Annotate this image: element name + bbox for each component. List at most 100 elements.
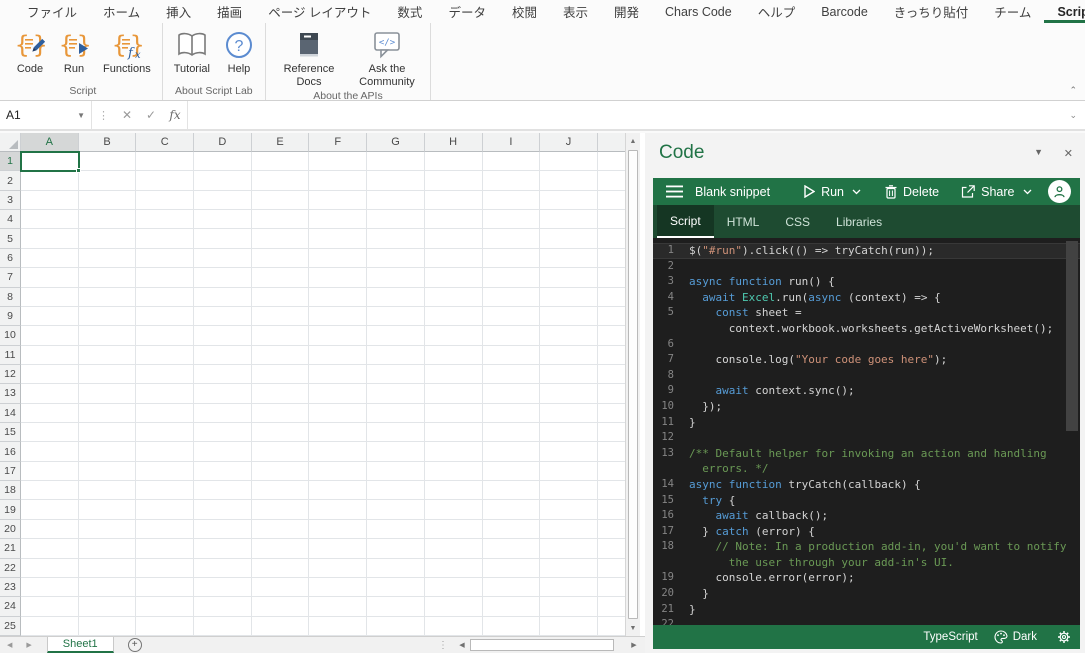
cell-b5[interactable]	[78, 229, 137, 249]
cell-g2[interactable]	[367, 171, 425, 191]
editor-tab-libraries[interactable]: Libraries	[823, 205, 895, 238]
cell-e17[interactable]	[251, 461, 310, 482]
cell-g1[interactable]	[367, 152, 425, 172]
cell-d24[interactable]	[194, 597, 252, 617]
cancel-icon[interactable]: ✕	[115, 108, 139, 122]
row-header-3[interactable]: 3	[0, 190, 21, 211]
row-header-2[interactable]: 2	[0, 171, 21, 191]
cell-f22[interactable]	[309, 558, 368, 578]
cell-j24[interactable]	[540, 597, 598, 617]
cell-g11[interactable]	[367, 345, 425, 365]
cell-b9[interactable]	[78, 306, 137, 327]
cell-partial[interactable]	[597, 442, 625, 462]
scroll-right-icon[interactable]: ▶	[626, 637, 642, 653]
row-header-22[interactable]: 22	[0, 558, 21, 578]
cell-j14[interactable]	[540, 403, 598, 424]
sheet-tab-sheet1[interactable]: Sheet1	[46, 637, 114, 653]
cell-e10[interactable]	[251, 326, 310, 346]
cell-h12[interactable]	[424, 364, 483, 385]
cell-i8[interactable]	[482, 287, 541, 307]
cell-i14[interactable]	[482, 403, 541, 424]
cell-a1[interactable]	[21, 152, 79, 172]
cell-e1[interactable]	[251, 152, 310, 172]
sheet-nav-left-icon[interactable]: ◀	[0, 637, 19, 653]
ribbon-tab-script-lab[interactable]: Script Lab	[1044, 0, 1085, 23]
cell-c5[interactable]	[136, 229, 195, 249]
row-header-21[interactable]: 21	[0, 539, 21, 559]
name-box-dropdown-icon[interactable]: ▼	[77, 111, 85, 120]
cell-g9[interactable]	[367, 306, 425, 327]
cell-i3[interactable]	[482, 190, 541, 211]
cell-b20[interactable]	[78, 519, 137, 540]
cell-partial[interactable]	[597, 171, 625, 191]
insert-function-icon[interactable]: fx	[163, 108, 187, 122]
ribbon-tab-draw[interactable]: 描画	[204, 0, 255, 23]
column-header-c[interactable]: C	[136, 133, 195, 152]
cell-h5[interactable]	[424, 229, 483, 249]
cell-h14[interactable]	[424, 403, 483, 424]
cell-e4[interactable]	[251, 210, 310, 230]
cell-d11[interactable]	[194, 345, 252, 365]
cell-d21[interactable]	[194, 539, 252, 559]
cell-a10[interactable]	[21, 326, 79, 346]
cell-j20[interactable]	[540, 519, 598, 540]
row-header-7[interactable]: 7	[0, 268, 21, 288]
select-all-corner[interactable]	[0, 133, 21, 152]
cell-h19[interactable]	[424, 500, 483, 520]
row-header-5[interactable]: 5	[0, 229, 21, 249]
ribbon-button-ask-community[interactable]: </> Ask the Community	[348, 26, 426, 90]
cell-partial[interactable]	[597, 462, 625, 482]
cell-i7[interactable]	[482, 268, 541, 288]
cell-f1[interactable]	[309, 152, 368, 172]
cell-i10[interactable]	[482, 326, 541, 346]
cell-partial[interactable]	[597, 191, 625, 211]
cell-j8[interactable]	[540, 287, 598, 307]
cell-partial[interactable]	[597, 152, 625, 172]
cell-i23[interactable]	[482, 577, 541, 598]
cell-e14[interactable]	[251, 403, 310, 424]
cell-a2[interactable]	[21, 171, 79, 191]
row-header-14[interactable]: 14	[0, 403, 21, 424]
cell-h7[interactable]	[424, 268, 483, 288]
cell-f25[interactable]	[309, 616, 368, 636]
cell-f21[interactable]	[309, 539, 368, 559]
ribbon-tab-formulas[interactable]: 数式	[384, 0, 435, 23]
cell-j16[interactable]	[540, 442, 598, 462]
cell-f7[interactable]	[309, 268, 368, 288]
cell-e16[interactable]	[251, 442, 310, 462]
cell-b13[interactable]	[78, 384, 137, 404]
cell-d12[interactable]	[194, 364, 252, 385]
ribbon-button-help[interactable]: ? Help	[217, 26, 261, 78]
ribbon-button-tutorial[interactable]: Tutorial	[167, 26, 217, 78]
column-header-b[interactable]: B	[78, 133, 137, 152]
cell-e11[interactable]	[251, 345, 310, 365]
cell-a4[interactable]	[21, 210, 79, 230]
cell-e23[interactable]	[251, 577, 310, 598]
cell-e9[interactable]	[251, 306, 310, 327]
row-header-18[interactable]: 18	[0, 481, 21, 501]
sheet-nav-right-icon[interactable]: ▶	[19, 637, 38, 653]
cell-g12[interactable]	[367, 364, 425, 385]
cell-h4[interactable]	[424, 210, 483, 230]
cell-j6[interactable]	[540, 248, 598, 269]
column-header-e[interactable]: E	[251, 133, 310, 152]
cell-b18[interactable]	[78, 481, 137, 501]
vertical-scroll-thumb[interactable]	[628, 150, 638, 619]
cell-d18[interactable]	[194, 481, 252, 501]
cell-d1[interactable]	[194, 152, 252, 172]
cell-h13[interactable]	[424, 384, 483, 404]
cell-c12[interactable]	[136, 364, 195, 385]
ribbon-button-code[interactable]: {} Code	[8, 26, 52, 78]
row-header-11[interactable]: 11	[0, 345, 21, 365]
run-button[interactable]: Run	[804, 185, 861, 199]
cell-i18[interactable]	[482, 481, 541, 501]
cell-f16[interactable]	[309, 442, 368, 462]
cell-partial[interactable]	[597, 229, 625, 249]
settings-button[interactable]	[1057, 630, 1071, 644]
cell-e25[interactable]	[251, 616, 310, 636]
cell-f10[interactable]	[309, 326, 368, 346]
cell-d2[interactable]	[194, 171, 252, 191]
horizontal-scroll-thumb[interactable]	[470, 639, 614, 651]
cell-partial[interactable]	[597, 500, 625, 520]
cell-j11[interactable]	[540, 345, 598, 365]
